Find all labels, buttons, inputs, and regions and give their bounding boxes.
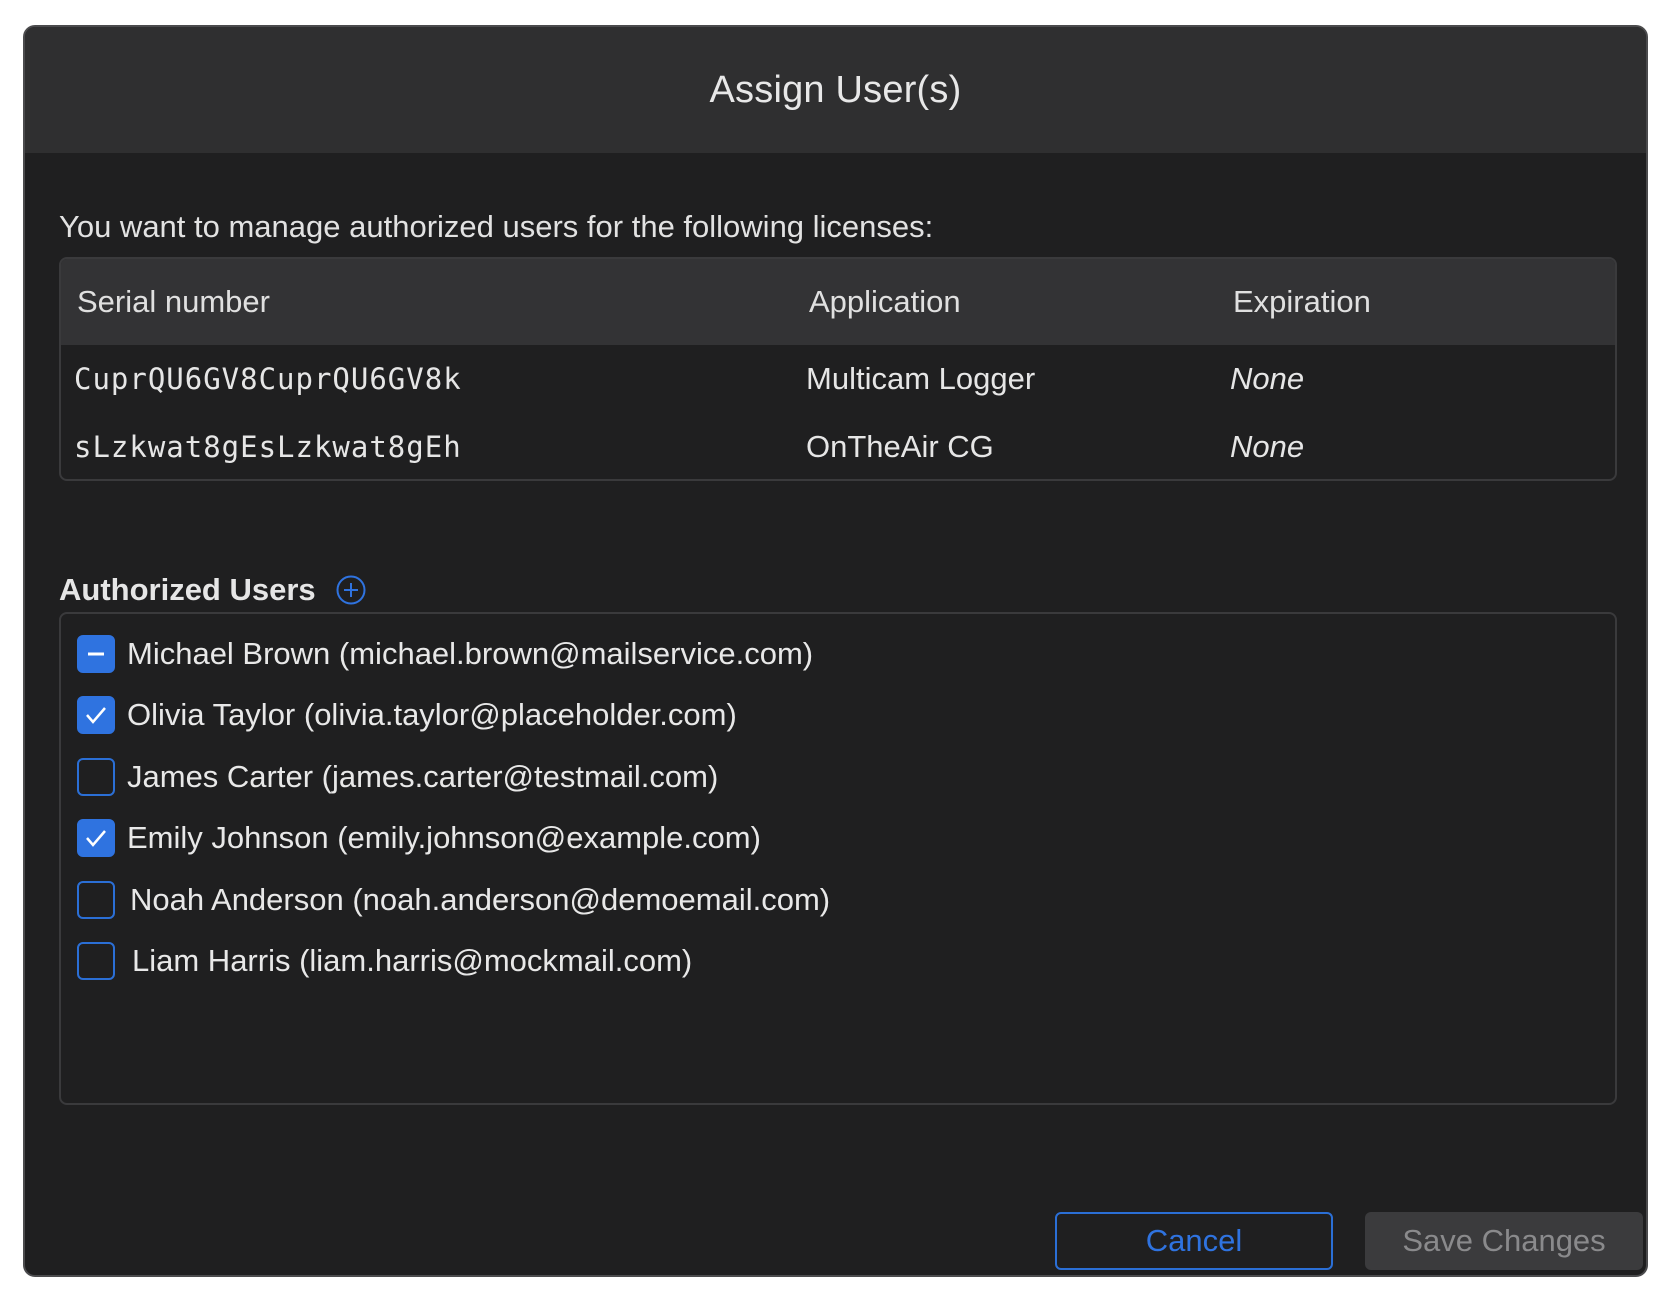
checkbox-unchecked[interactable] [77,758,115,796]
table-row: CuprQU6GV8CuprQU6GV8k Multicam Logger No… [61,345,1615,413]
user-label: Olivia Taylor (olivia.taylor@placeholder… [127,697,737,732]
user-label: Emily Johnson (emily.johnson@example.com… [127,820,761,855]
checkmark-icon [86,830,106,847]
checkbox-unchecked[interactable] [77,881,115,919]
user-label: Noah Anderson (noah.anderson@demoemail.c… [130,882,831,917]
dialog-title: Assign User(s) [709,68,962,111]
user-row-michael-brown[interactable]: Michael Brown (michael.brown@mailservice… [77,630,813,678]
application-cell: OnTheAir CG [806,429,994,464]
dialog-titlebar: Assign User(s) [25,27,1646,153]
checkbox-checked[interactable] [77,819,115,857]
licenses-table: Serial number Application Expiration Cup… [59,257,1617,481]
checkbox-mixed[interactable] [77,635,115,673]
table-row: sLzkwat8gEsLzkwat8gEh OnTheAir CG None [61,413,1615,479]
user-row-noah-anderson[interactable]: Noah Anderson (noah.anderson@demoemail.c… [77,876,830,924]
serial-cell: sLzkwat8gEsLzkwat8gEh [74,430,462,464]
licenses-table-header: Serial number Application Expiration [61,259,1615,345]
authorized-users-list: Michael Brown (michael.brown@mailservice… [59,612,1617,1105]
checkbox-unchecked[interactable] [77,942,115,980]
checkbox-checked[interactable] [77,696,115,734]
expiration-cell: None [1230,361,1305,396]
intro-text: You want to manage authorized users for … [59,209,934,244]
column-header-serial: Serial number [77,284,270,319]
dash-icon [88,652,104,656]
application-cell: Multicam Logger [806,361,1036,396]
save-changes-button[interactable]: Save Changes [1365,1212,1643,1270]
user-row-liam-harris[interactable]: Liam Harris (liam.harris@mockmail.com) [77,937,692,985]
column-header-application: Application [809,284,961,319]
authorized-users-header: Authorized Users [59,572,366,608]
assign-users-dialog: Assign User(s) You want to manage author… [23,25,1648,1277]
user-row-olivia-taylor[interactable]: Olivia Taylor (olivia.taylor@placeholder… [77,691,737,739]
user-label: Liam Harris (liam.harris@mockmail.com) [132,943,693,978]
cancel-button[interactable]: Cancel [1055,1212,1333,1270]
authorized-users-title: Authorized Users [59,572,316,607]
serial-cell: CuprQU6GV8CuprQU6GV8k [74,362,462,396]
user-row-james-carter[interactable]: James Carter (james.carter@testmail.com) [77,753,718,801]
user-label: Michael Brown (michael.brown@mailservice… [127,636,814,671]
user-row-emily-johnson[interactable]: Emily Johnson (emily.johnson@example.com… [77,814,761,862]
column-header-expiration: Expiration [1233,284,1371,319]
plus-circle-icon[interactable] [336,575,366,605]
expiration-cell: None [1230,429,1305,464]
checkmark-icon [86,707,106,724]
user-label: James Carter (james.carter@testmail.com) [127,759,719,794]
